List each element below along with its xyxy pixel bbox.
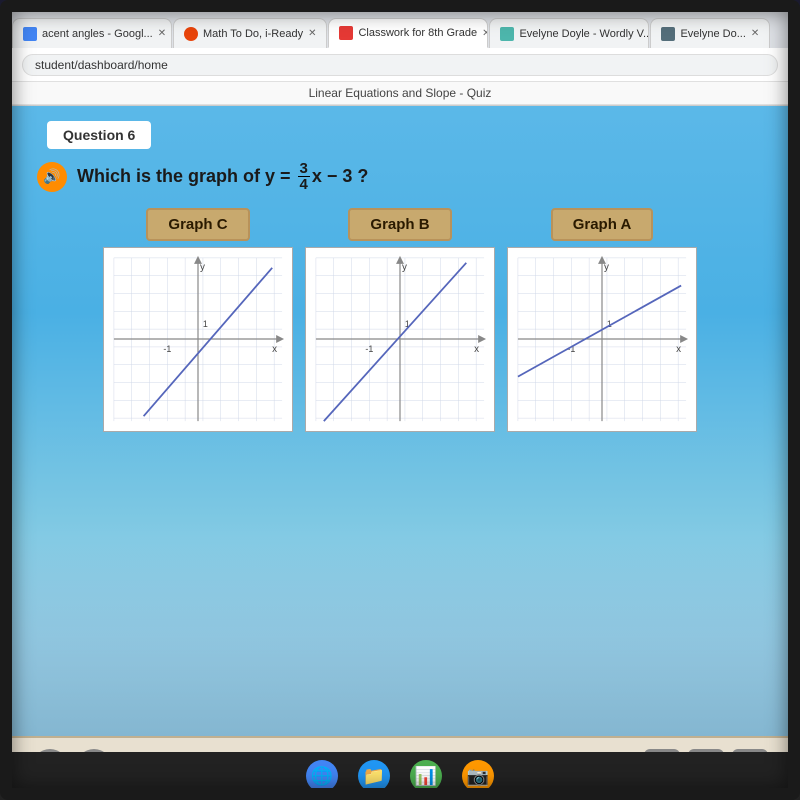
- mountain-background: [12, 536, 788, 736]
- sheets-icon[interactable]: 📊: [410, 760, 442, 792]
- graph-c-canvas[interactable]: y x -1 1: [103, 247, 293, 432]
- browser-chrome: acent angles - Googl... ✕ Math To Do, i-…: [12, 12, 788, 106]
- graph-c-label[interactable]: Graph C: [146, 208, 249, 241]
- tab-label-4: Evelyne Doyle - Wordly V...: [519, 28, 649, 40]
- graph-b-label[interactable]: Graph B: [348, 208, 451, 241]
- tab-evelyne2[interactable]: Evelyne Do... ✕: [650, 18, 770, 48]
- question-number-box: Question 6: [47, 121, 151, 149]
- tab-iready[interactable]: Math To Do, i-Ready ✕: [173, 18, 327, 48]
- fraction-denominator: 4: [298, 177, 310, 192]
- graph-a-label[interactable]: Graph A: [551, 208, 654, 241]
- laptop-screen: acent angles - Googl... ✕ Math To Do, i-…: [0, 0, 800, 800]
- tab-favicon-1: [23, 27, 37, 41]
- bottom-control-bar: ◀ ⏸ 6.6% Complete ✏ 🔖 ⊞: [12, 736, 788, 752]
- graph-a-canvas[interactable]: y x -1 1: [507, 247, 697, 432]
- graph-option-c[interactable]: Graph C: [103, 208, 293, 432]
- graph-b-canvas[interactable]: y x -1 1: [305, 247, 495, 432]
- tab-acent-angles[interactable]: acent angles - Googl... ✕: [12, 18, 172, 48]
- tab-favicon-3: [339, 26, 353, 40]
- files-icon[interactable]: 📁: [358, 760, 390, 792]
- graph-a-svg: y x -1 1: [508, 248, 696, 431]
- taskbar: 🌐 📁 📊 📷: [0, 752, 800, 800]
- tab-label-2: Math To Do, i-Ready: [203, 28, 303, 40]
- tab-label-1: acent angles - Googl...: [42, 28, 153, 40]
- tab-close-3[interactable]: ✕: [482, 28, 488, 39]
- svg-text:x: x: [474, 344, 479, 355]
- quiz-title-bar: Linear Equations and Slope - Quiz: [12, 82, 788, 105]
- graph-b-svg: y x -1 1: [306, 248, 494, 431]
- svg-text:-1: -1: [163, 344, 171, 354]
- svg-text:x: x: [272, 344, 277, 355]
- browser-wrapper: acent angles - Googl... ✕ Math To Do, i-…: [12, 12, 788, 752]
- graph-option-b[interactable]: Graph B: [305, 208, 495, 432]
- fraction: 3 4: [298, 161, 310, 192]
- chrome-icon[interactable]: 🌐: [306, 760, 338, 792]
- tab-label-3: Classwork for 8th Grade: [358, 27, 477, 39]
- address-bar-row: student/dashboard/home: [12, 48, 788, 82]
- question-text-after: x − 3 ?: [312, 166, 369, 187]
- graph-c-svg: y x -1 1: [104, 248, 292, 431]
- tab-close-2[interactable]: ✕: [308, 28, 316, 39]
- tab-favicon-4: [500, 27, 514, 41]
- question-text-before: Which is the graph of y =: [77, 166, 296, 187]
- tab-favicon-2: [184, 27, 198, 41]
- quiz-title: Linear Equations and Slope - Quiz: [309, 86, 492, 100]
- question-number: Question 6: [63, 127, 135, 143]
- graphs-container: Graph C: [27, 208, 773, 432]
- graph-option-a[interactable]: Graph A: [507, 208, 697, 432]
- tab-label-5: Evelyne Do...: [680, 28, 745, 40]
- address-bar[interactable]: student/dashboard/home: [22, 54, 778, 76]
- main-content: Question 6 🔊 Which is the graph of y = 3…: [12, 106, 788, 752]
- question-text-row: 🔊 Which is the graph of y = 3 4 x − 3 ?: [37, 161, 368, 192]
- tab-bar: acent angles - Googl... ✕ Math To Do, i-…: [12, 12, 788, 48]
- tab-close-5[interactable]: ✕: [751, 28, 759, 39]
- svg-text:1: 1: [203, 319, 208, 329]
- tab-wordly[interactable]: Evelyne Doyle - Wordly V... ✕: [489, 18, 649, 48]
- tab-favicon-5: [661, 27, 675, 41]
- svg-text:-1: -1: [365, 344, 373, 354]
- tab-classwork[interactable]: Classwork for 8th Grade ✕: [328, 18, 488, 48]
- speaker-button[interactable]: 🔊: [37, 162, 67, 192]
- tab-close-1[interactable]: ✕: [158, 28, 166, 39]
- svg-text:x: x: [676, 344, 681, 355]
- fraction-numerator: 3: [298, 161, 310, 177]
- camera-icon[interactable]: 📷: [462, 760, 494, 792]
